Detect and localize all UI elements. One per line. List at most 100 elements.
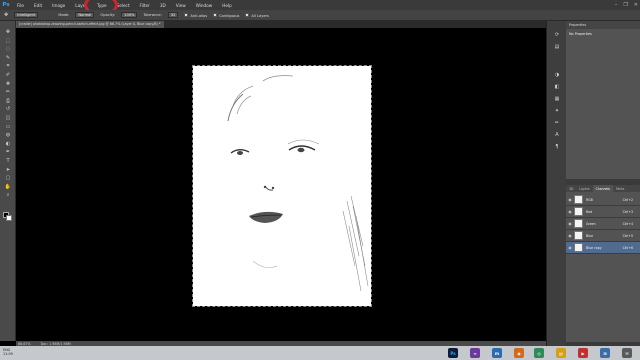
move-icon[interactable]: ✥ [4, 29, 12, 35]
preset-dropdown[interactable]: Intelligent [14, 12, 39, 18]
anti-alias-option[interactable]: Anti-alias [184, 12, 207, 18]
app-taskbar-icon[interactable]: ▶ [578, 348, 588, 358]
channel-row[interactable]: ◉ Red Ctrl+3 [566, 206, 640, 218]
eye-icon[interactable]: ◉ [566, 221, 574, 226]
brush-icon[interactable]: ✏ [4, 89, 12, 95]
brush-preset-icon[interactable]: ✏ [553, 119, 561, 126]
eraser-icon[interactable]: ◫ [4, 115, 12, 121]
mode-label: Mode: [58, 13, 70, 17]
background-color-swatch[interactable] [6, 215, 12, 221]
windows-taskbar: ENG 11:09 Ps ∞ m ◉ ◎ ▤ ▶ ⊞ ✉ [0, 346, 640, 360]
window-controls: – ❐ ✕ [615, 0, 638, 10]
gradient-icon[interactable]: ▭ [4, 124, 12, 130]
zoom-icon[interactable]: ⌕ [4, 192, 12, 198]
adjustments-icon[interactable]: ◑ [553, 71, 561, 78]
type-icon[interactable]: T [4, 158, 12, 164]
marquee-icon[interactable]: ⬚ [4, 38, 12, 44]
stamp-icon[interactable]: ⎙ [4, 98, 12, 104]
zoom-level[interactable]: 66.67% [18, 342, 31, 346]
opacity-field[interactable]: 100% [121, 12, 138, 18]
hand-icon[interactable]: ✋ [4, 184, 12, 190]
path-select-icon[interactable]: ➤ [4, 167, 12, 173]
menu-file[interactable]: File [12, 3, 29, 8]
eye-icon[interactable]: ◉ [566, 245, 574, 250]
crop-icon[interactable]: ⌗ [4, 63, 12, 69]
panel-icon-strip: ⟳ ▤ ◑ ◧ ▦ ✦ ✏ A ¶ [546, 21, 566, 346]
dodge-icon[interactable]: ◐ [4, 141, 12, 147]
visual-studio-taskbar-icon[interactable]: ∞ [470, 348, 480, 358]
doc-size: Doc: 1.98M/1.98M [40, 341, 71, 346]
options-bar: ✥ Intelligent Mode: Normal Opacity: 100%… [0, 10, 640, 21]
pen-icon[interactable]: ✒ [4, 149, 12, 155]
menu-image[interactable]: Image [47, 3, 70, 8]
character-icon[interactable]: A [553, 131, 561, 138]
eye-icon[interactable]: ◉ [566, 209, 574, 214]
spot-heal-icon[interactable]: ✚ [4, 81, 12, 87]
lasso-icon[interactable]: ◌ [4, 46, 12, 52]
menu-bar: Ps File Edit Image Layer Type Select Fil… [0, 0, 640, 16]
explorer-taskbar-icon[interactable]: ▤ [556, 348, 566, 358]
chrome-taskbar-icon[interactable]: ◎ [534, 348, 544, 358]
restore-icon[interactable]: ❐ [623, 2, 627, 8]
styles-icon[interactable]: ✦ [553, 107, 561, 114]
all-layers-option[interactable]: All Layers [245, 12, 269, 18]
color-icon[interactable]: ◧ [553, 83, 561, 90]
eyedropper-icon[interactable]: ✐ [4, 72, 12, 78]
tool-preset-icon[interactable]: ✥ [4, 12, 8, 18]
channel-row[interactable]: ◉ Green Ctrl+4 [566, 218, 640, 230]
canvas-area[interactable] [16, 28, 546, 341]
menu-view[interactable]: View [171, 3, 191, 8]
shape-icon[interactable]: ▢ [4, 175, 12, 181]
contiguous-checkbox[interactable] [213, 12, 218, 17]
opacity-label: Opacity: [100, 13, 116, 17]
store-taskbar-icon[interactable]: ⊞ [600, 348, 610, 358]
menu-3d[interactable]: 3D [155, 3, 171, 8]
paragraph-icon[interactable]: ¶ [553, 143, 561, 150]
eye-icon[interactable]: ◉ [566, 233, 574, 238]
all-layers-checkbox[interactable] [245, 12, 250, 17]
channels-list: ◉ RGB Ctrl+2 ◉ Red Ctrl+3 ◉ Green Ctrl+4… [566, 192, 640, 342]
panel-tabs: 3D Layers Channels Paths [566, 185, 640, 192]
history-icon[interactable]: ⟳ [553, 31, 561, 38]
swatches-icon[interactable]: ▦ [553, 95, 561, 102]
properties-icon[interactable]: ▤ [553, 43, 561, 50]
channel-row-selected[interactable]: ◉ Blue copy Ctrl+6 [566, 242, 640, 254]
channel-row[interactable]: ◉ RGB Ctrl+2 [566, 194, 640, 206]
eye-icon[interactable]: ◉ [566, 197, 574, 202]
channel-thumbnail [574, 243, 583, 252]
clock-time: 11:09 [3, 352, 13, 356]
channel-thumbnail [574, 219, 583, 228]
tab-3d[interactable]: 3D [566, 185, 576, 192]
history-brush-icon[interactable]: ↺ [4, 106, 12, 112]
menu-window[interactable]: Window [191, 3, 218, 8]
menu-edit[interactable]: Edit [29, 3, 47, 8]
channel-thumbnail [574, 195, 583, 204]
tolerance-label: Tolerance: [143, 13, 162, 17]
blur-icon[interactable]: ◍ [4, 132, 12, 138]
contiguous-option[interactable]: Contiguous [213, 12, 239, 18]
channel-thumbnail [574, 207, 583, 216]
firefox-taskbar-icon[interactable]: ◉ [514, 348, 524, 358]
minimize-icon[interactable]: – [615, 2, 618, 8]
mode-dropdown[interactable]: Normal [75, 12, 95, 18]
tab-channels[interactable]: Channels [592, 185, 613, 192]
tab-layers[interactable]: Layers [576, 185, 592, 192]
media-taskbar-icon[interactable]: m [492, 348, 502, 358]
quick-select-icon[interactable]: ✎ [4, 55, 12, 61]
anti-alias-checkbox[interactable] [184, 12, 189, 17]
tab-paths[interactable]: Paths [613, 185, 627, 192]
properties-header[interactable]: Properties [566, 21, 640, 29]
photoshop-taskbar-icon[interactable]: Ps [448, 348, 458, 358]
notification-taskbar-icon[interactable]: ✉ [622, 348, 632, 358]
channel-row[interactable]: ◉ Blue Ctrl+5 [566, 230, 640, 242]
menu-filter[interactable]: Filter [134, 3, 154, 8]
document-tab[interactable]: [cradle] photoshop-drawing-pencil-sketch… [16, 21, 164, 28]
tolerance-field[interactable]: 32 [167, 12, 179, 18]
properties-body: No Properties [566, 29, 640, 179]
menu-help[interactable]: Help [217, 3, 237, 8]
document-tab-bar: [cradle] photoshop-drawing-pencil-sketch… [16, 21, 546, 28]
close-icon[interactable]: ✕ [634, 2, 638, 8]
taskbar-clock: ENG 11:09 [3, 348, 13, 356]
photoshop-logo: Ps [2, 2, 10, 8]
document-canvas[interactable] [192, 65, 372, 307]
